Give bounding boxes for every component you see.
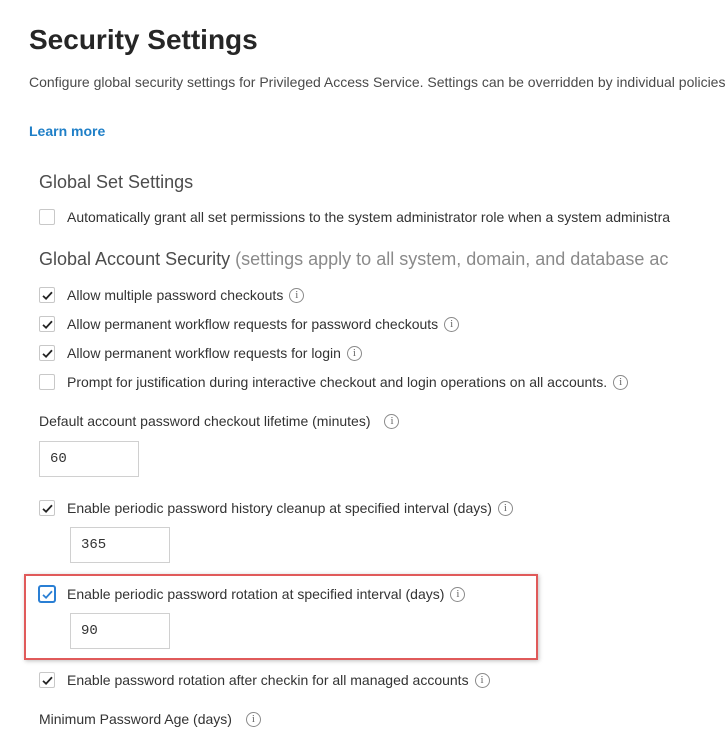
history-cleanup-input[interactable]	[70, 527, 170, 563]
info-icon[interactable]: i	[384, 413, 400, 429]
min-password-age-label-row: Minimum Password Age (days) i	[39, 711, 261, 727]
option-rotation-after-checkin: Enable password rotation after checkin f…	[39, 670, 490, 690]
checkout-lifetime-label: Default account password checkout lifeti…	[39, 413, 371, 429]
learn-more-link[interactable]: Learn more	[29, 123, 105, 139]
info-icon[interactable]: i	[613, 374, 629, 390]
workflow-checkouts-checkbox[interactable]	[39, 316, 55, 332]
info-icon[interactable]: i	[474, 672, 490, 688]
checkout-lifetime-input[interactable]	[39, 441, 139, 477]
checkout-lifetime-label-row: Default account password checkout lifeti…	[39, 413, 400, 429]
prompt-justification-checkbox[interactable]	[39, 374, 55, 390]
section-heading-text: Global Account Security	[39, 249, 231, 269]
auto-grant-checkbox[interactable]	[39, 209, 55, 225]
option-multiple-checkouts: Allow multiple password checkouts i	[39, 285, 305, 305]
info-icon[interactable]: i	[450, 586, 466, 602]
page-title: Security Settings	[29, 24, 258, 55]
info-icon[interactable]: i	[444, 316, 460, 332]
check-icon	[41, 676, 53, 685]
rotation-after-checkin-checkbox[interactable]	[39, 672, 55, 688]
min-password-age-label: Minimum Password Age (days)	[39, 711, 232, 727]
auto-grant-option: Automatically grant all set permissions …	[39, 207, 670, 227]
option-label: Enable periodic password rotation at spe…	[67, 586, 445, 602]
check-icon	[41, 320, 53, 329]
option-prompt-justification: Prompt for justification during interact…	[39, 372, 629, 392]
multiple-checkouts-checkbox[interactable]	[39, 287, 55, 303]
option-password-rotation: Enable periodic password rotation at spe…	[39, 584, 466, 604]
check-icon	[41, 504, 53, 513]
page-description: Configure global security settings for P…	[29, 74, 726, 90]
check-icon	[41, 291, 53, 300]
check-icon	[41, 349, 53, 358]
password-rotation-checkbox[interactable]	[39, 586, 55, 602]
info-icon[interactable]: i	[497, 500, 513, 516]
check-icon	[41, 590, 53, 599]
option-label: Enable password rotation after checkin f…	[67, 672, 469, 688]
info-icon[interactable]: i	[245, 711, 261, 727]
password-rotation-input[interactable]	[70, 613, 170, 649]
option-label: Prompt for justification during interact…	[67, 374, 608, 390]
info-icon[interactable]: i	[346, 345, 362, 361]
option-label: Allow multiple password checkouts	[67, 287, 284, 303]
section-heading-global-set: Global Set Settings	[39, 172, 194, 192]
section-heading-note: (settings apply to all system, domain, a…	[235, 249, 669, 269]
option-label: Allow permanent workflow requests for pa…	[67, 316, 439, 332]
section-heading-global-account: Global Account Security (settings apply …	[39, 249, 668, 270]
history-cleanup-checkbox[interactable]	[39, 500, 55, 516]
option-label: Allow permanent workflow requests for lo…	[67, 345, 341, 361]
option-history-cleanup: Enable periodic password history cleanup…	[39, 498, 513, 518]
info-icon[interactable]: i	[289, 287, 305, 303]
option-workflow-checkouts: Allow permanent workflow requests for pa…	[39, 314, 460, 334]
option-workflow-login: Allow permanent workflow requests for lo…	[39, 343, 362, 363]
workflow-login-checkbox[interactable]	[39, 345, 55, 361]
option-label: Enable periodic password history cleanup…	[67, 500, 492, 516]
auto-grant-label: Automatically grant all set permissions …	[67, 209, 671, 225]
